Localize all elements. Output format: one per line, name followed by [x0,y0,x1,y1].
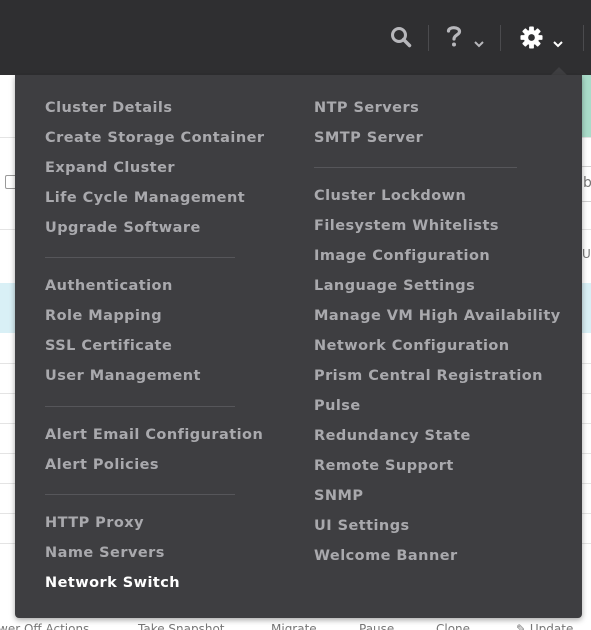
menu-separator [45,494,235,495]
menu-item-authentication[interactable]: Authentication [45,277,173,295]
menu-item-upgrade-software[interactable]: Upgrade Software [45,219,201,237]
menu-item-welcome-banner[interactable]: Welcome Banner [314,547,458,565]
migrate-link[interactable]: Migrate [271,622,317,630]
header-separator [428,25,429,51]
settings-dropdown-menu: Cluster Details Create Storage Container… [15,75,582,618]
header-separator [500,25,501,51]
background-partial-label: U [582,247,591,261]
menu-item-cluster-lockdown[interactable]: Cluster Lockdown [314,187,466,205]
menu-item-image-configuration[interactable]: Image Configuration [314,247,490,265]
menu-item-redundancy-state[interactable]: Redundancy State [314,427,471,445]
menu-item-network-switch[interactable]: Network Switch [45,574,180,592]
menu-item-alert-email-configuration[interactable]: Alert Email Configuration [45,426,263,444]
menu-item-snmp[interactable]: SNMP [314,487,363,505]
menu-item-ssl-certificate[interactable]: SSL Certificate [45,337,172,355]
menu-item-life-cycle-management[interactable]: Life Cycle Management [45,189,245,207]
menu-separator [314,167,517,168]
menu-item-create-storage-container[interactable]: Create Storage Container [45,129,264,147]
menu-item-user-management[interactable]: User Management [45,367,201,385]
menu-item-manage-vm-high-availability[interactable]: Manage VM High Availability [314,307,561,325]
gear-icon[interactable] [520,26,543,53]
help-icon[interactable] [446,24,462,52]
menu-item-filesystem-whitelists[interactable]: Filesystem Whitelists [314,217,499,235]
menu-separator [45,406,235,407]
pencil-icon: ✎ [516,622,527,630]
menu-item-prism-central-registration[interactable]: Prism Central Registration [314,367,543,385]
pause-link[interactable]: Pause [359,622,394,630]
take-snapshot-link[interactable]: Take Snapshot [138,622,225,630]
search-icon[interactable] [390,26,412,52]
menu-item-language-settings[interactable]: Language Settings [314,277,475,295]
update-link[interactable]: ✎ Update [516,622,573,630]
power-off-actions-link[interactable]: wer Off Actions [0,622,89,630]
menu-item-pulse[interactable]: Pulse [314,397,361,415]
menu-item-alert-policies[interactable]: Alert Policies [45,456,159,474]
menu-item-remote-support[interactable]: Remote Support [314,457,454,475]
header-separator [583,25,584,51]
menu-item-smtp-server[interactable]: SMTP Server [314,129,423,147]
settings-chevron-down-icon[interactable] [553,33,563,52]
dropdown-caret [551,67,567,75]
menu-item-expand-cluster[interactable]: Expand Cluster [45,159,175,177]
menu-item-network-configuration[interactable]: Network Configuration [314,337,510,355]
menu-item-ntp-servers[interactable]: NTP Servers [314,99,419,117]
menu-item-name-servers[interactable]: Name Servers [45,544,165,562]
background-partial-label: b [583,175,591,191]
menu-item-role-mapping[interactable]: Role Mapping [45,307,162,325]
clone-link[interactable]: Clone [436,622,470,630]
menu-item-http-proxy[interactable]: HTTP Proxy [45,514,144,532]
menu-item-cluster-details[interactable]: Cluster Details [45,99,172,117]
menu-separator [45,257,235,258]
bottom-action-bar: wer Off Actions Take Snapshot Migrate Pa… [0,619,591,630]
help-chevron-down-icon[interactable] [474,33,484,52]
top-header-bar [0,0,591,75]
menu-item-ui-settings[interactable]: UI Settings [314,517,410,535]
